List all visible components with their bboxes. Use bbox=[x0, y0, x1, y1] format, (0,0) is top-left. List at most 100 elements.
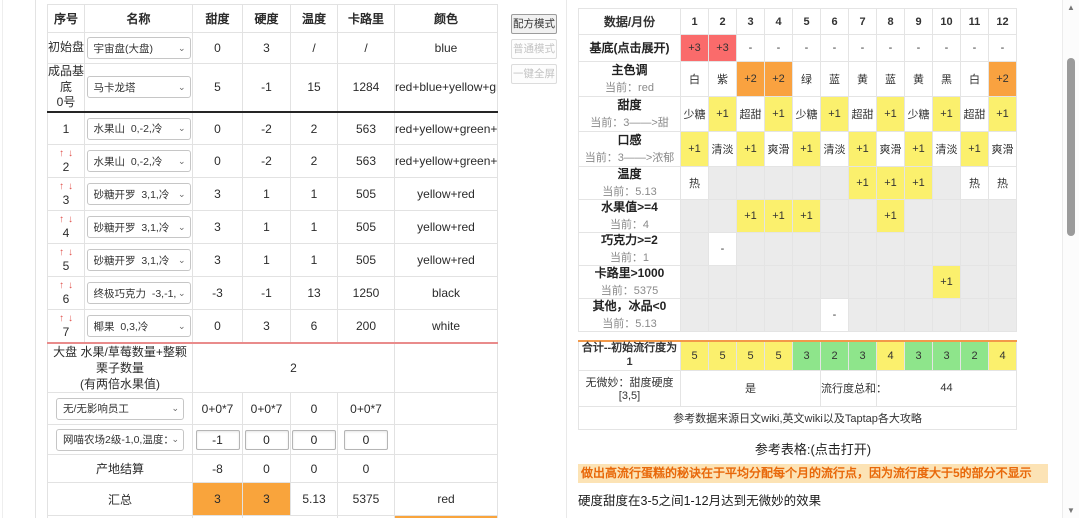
matrix-cell bbox=[932, 199, 961, 233]
matrix-cell bbox=[960, 232, 989, 266]
matrix-cell: 爽滑 bbox=[876, 131, 905, 167]
normal-mode-button[interactable]: 普通模式 bbox=[511, 39, 557, 59]
matrix-cell: +1 bbox=[960, 131, 989, 167]
matrix-cell bbox=[736, 298, 765, 332]
matrix-cell: 绿 bbox=[792, 61, 821, 97]
item-cell: 马卡龙塔 ⌄ bbox=[84, 62, 193, 113]
chevron-down-icon: ⌄ bbox=[177, 123, 186, 134]
month-total-cell: 3 bbox=[848, 340, 877, 371]
ingredient-select[interactable]: 终极巧克力 -3,-1,热⌄ bbox=[86, 282, 191, 305]
farm-adjust-input[interactable] bbox=[292, 429, 336, 450]
value-cell: 563 bbox=[337, 144, 395, 179]
value-cell: 0 bbox=[192, 32, 243, 64]
color-cell: blue bbox=[394, 32, 498, 64]
matrix-cell: - bbox=[988, 34, 1017, 62]
plate-select[interactable]: 宇宙盘(大盘) ⌄ bbox=[86, 37, 191, 59]
summary-value-cell: 3 bbox=[242, 482, 291, 517]
fullscreen-button[interactable]: 一键全屏 bbox=[511, 64, 557, 84]
month-header: 10 bbox=[932, 8, 961, 35]
color-cell: red+blue+yellow+green bbox=[394, 62, 498, 113]
column-header: 序号 bbox=[47, 4, 85, 33]
matrix-cell bbox=[960, 265, 989, 299]
matrix-cell: 清淡 bbox=[932, 131, 961, 167]
farm-select[interactable]: 网喵农场2级-1,0,温度：0 ⌄ bbox=[56, 428, 184, 451]
value-cell: 563 bbox=[337, 111, 395, 146]
move-up-icon[interactable]: ↑ bbox=[59, 148, 64, 159]
matrix-cell: 蓝 bbox=[820, 61, 849, 97]
ingredient-select[interactable]: 砂糖开罗 3,1,冷 ⌄ bbox=[86, 216, 191, 239]
move-up-icon[interactable]: ↑ bbox=[59, 313, 64, 324]
matrix-cell: 白 bbox=[960, 61, 989, 97]
matrix-cell: 热 bbox=[960, 166, 989, 200]
move-up-icon[interactable]: ↑ bbox=[59, 247, 64, 258]
reference-table-link[interactable]: 参考表格:(点击打开) bbox=[578, 439, 1048, 458]
move-down-icon[interactable]: ↓ bbox=[68, 280, 73, 291]
farm-input-cell bbox=[242, 424, 291, 456]
scrollbar-thumb[interactable] bbox=[1067, 58, 1075, 236]
scroll-down-icon[interactable]: ▼ bbox=[1063, 506, 1079, 515]
matrix-cell bbox=[988, 232, 1017, 266]
matrix-cell: +1 bbox=[736, 131, 765, 167]
month-header: 3 bbox=[736, 8, 765, 35]
row-number-cell: ↑ ↓ 2 bbox=[47, 144, 85, 179]
value-cell: 3 bbox=[242, 32, 291, 64]
reorder-arrows[interactable]: ↑ ↓ bbox=[48, 182, 84, 192]
ingredient-select[interactable]: 砂糖开罗 3,1,冷 ⌄ bbox=[86, 249, 191, 272]
move-down-icon[interactable]: ↓ bbox=[68, 313, 73, 324]
ingredient-select[interactable]: 水果山 0,-2,冷 ⌄ bbox=[86, 117, 191, 140]
move-down-icon[interactable]: ↓ bbox=[68, 214, 73, 225]
staff-select[interactable]: 无/无影响员工 ⌄ bbox=[56, 397, 184, 420]
reorder-arrows[interactable]: ↑ ↓ bbox=[48, 248, 84, 258]
matrix-cell: +1 bbox=[932, 96, 961, 132]
matrix-cell: 清淡 bbox=[708, 131, 737, 167]
ingredient-select[interactable]: 椰果 0,3,冷 ⌄ bbox=[86, 315, 191, 338]
fruit-count-label: 大盘 水果/草莓数量+整颗栗子数量 (有两倍水果值) bbox=[47, 342, 193, 394]
matrix-cell bbox=[736, 166, 765, 200]
summary-value-cell: 5.13 bbox=[290, 482, 338, 517]
matrix-cell: - bbox=[820, 34, 849, 62]
matrix-cell: 超甜 bbox=[848, 96, 877, 132]
move-down-icon[interactable]: ↓ bbox=[68, 247, 73, 258]
farm-adjust-input[interactable] bbox=[195, 429, 240, 450]
matrix-row-label[interactable]: 基底(点击展开) bbox=[578, 34, 681, 62]
matrix-cell bbox=[960, 199, 989, 233]
move-down-icon[interactable]: ↓ bbox=[68, 148, 73, 159]
matrix-cell bbox=[988, 265, 1017, 299]
chevron-down-icon: ⌄ bbox=[171, 434, 179, 445]
farm-adjust-input[interactable] bbox=[344, 429, 388, 450]
matrix-row-label: 主色调 当前：red bbox=[578, 61, 681, 97]
month-matrix-table: 数据/月份 1 2 3 4 5 6 7 8 9 10 11 12 基底(点击展开) +3 +3- - - - - - - -… bbox=[578, 8, 1017, 332]
value-cell: 13 bbox=[290, 276, 338, 311]
matrix-row-label: 巧克力>=2 当前：1 bbox=[578, 232, 681, 266]
move-up-icon[interactable]: ↑ bbox=[59, 214, 64, 225]
matrix-cell: +1 bbox=[764, 199, 793, 233]
base-select[interactable]: 马卡龙塔 ⌄ bbox=[86, 76, 191, 99]
move-up-icon[interactable]: ↑ bbox=[59, 181, 64, 192]
reorder-arrows[interactable]: ↑ ↓ bbox=[48, 281, 84, 291]
matrix-cell: - bbox=[876, 34, 905, 62]
reorder-arrows[interactable]: ↑ ↓ bbox=[48, 215, 84, 225]
matrix-cell bbox=[764, 166, 793, 200]
origin-value-cell: 0 bbox=[242, 454, 291, 484]
ingredient-select[interactable]: 水果山 0,-2,冷 ⌄ bbox=[86, 150, 191, 173]
reorder-arrows[interactable]: ↑ ↓ bbox=[48, 149, 84, 159]
month-total-cell: 3 bbox=[932, 340, 961, 371]
chevron-down-icon: ⌄ bbox=[177, 188, 186, 199]
farm-adjust-input[interactable] bbox=[244, 429, 289, 450]
move-up-icon[interactable]: ↑ bbox=[59, 280, 64, 291]
scroll-up-icon[interactable]: ▲ bbox=[1063, 3, 1079, 12]
value-cell: 1 bbox=[242, 177, 291, 212]
recipe-mode-button[interactable]: 配方模式 bbox=[511, 14, 557, 34]
value-cell: 0 bbox=[192, 144, 243, 179]
tip-line-1: 硬度甜度在3-5之间1-12月达到无微妙的效果 bbox=[578, 494, 822, 509]
matrix-cell: 少糖 bbox=[680, 96, 709, 132]
color-cell: red+yellow+green+purple bbox=[394, 111, 498, 146]
ingredient-select[interactable]: 砂糖开罗 3,1,冷 ⌄ bbox=[86, 183, 191, 206]
move-down-icon[interactable]: ↓ bbox=[68, 181, 73, 192]
matrix-cell: +1 bbox=[792, 131, 821, 167]
color-cell: white bbox=[394, 309, 498, 344]
reorder-arrows[interactable]: ↑ ↓ bbox=[48, 314, 84, 324]
matrix-cell bbox=[876, 232, 905, 266]
scrollbar[interactable]: ▲ ▼ bbox=[1062, 0, 1079, 518]
month-total-cell: 3 bbox=[792, 340, 821, 371]
